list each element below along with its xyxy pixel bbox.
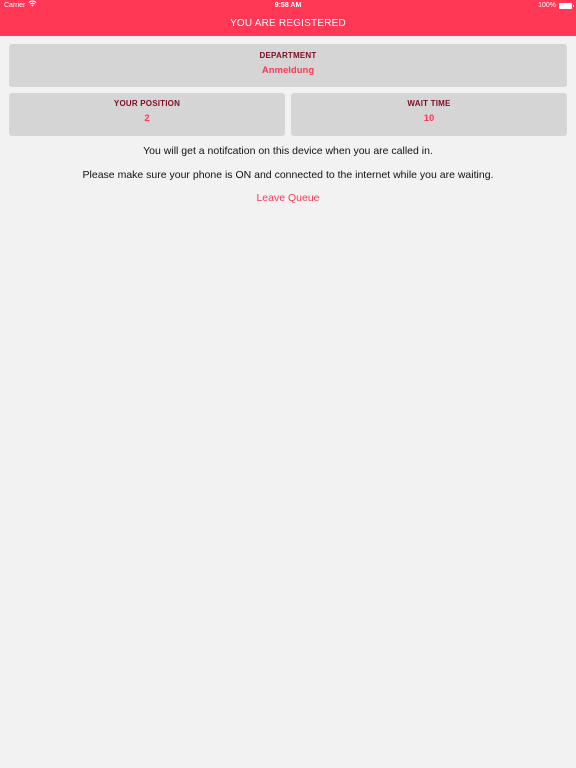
department-label: DEPARTMENT xyxy=(259,51,317,60)
department-value: Anmeldung xyxy=(261,65,315,76)
notification-message: You will get a notifcation on this devic… xyxy=(143,145,433,157)
wait-time-label: WAIT TIME xyxy=(407,99,451,108)
battery-fill xyxy=(560,4,571,8)
position-card: YOUR POSITION 2 xyxy=(9,93,285,136)
status-time: 9:58 AM xyxy=(274,2,302,9)
leave-queue-button[interactable]: Leave Queue xyxy=(0,192,576,204)
department-card: DEPARTMENT Anmeldung xyxy=(9,44,567,87)
battery-group: 100% xyxy=(538,0,574,12)
connection-message: Please make sure your phone is ON and co… xyxy=(82,169,494,181)
status-bar: Carrier 9:58 AM 100% xyxy=(0,0,576,12)
position-label: YOUR POSITION xyxy=(113,99,181,108)
position-value: 2 xyxy=(144,113,150,124)
page-title: YOU ARE REGISTERED xyxy=(230,18,346,29)
battery-percent: 100% xyxy=(538,2,556,9)
wait-time-value: 10 xyxy=(423,113,435,124)
app-header: Carrier 9:58 AM 100% YOU ARE REGISTERED xyxy=(0,0,576,36)
battery-icon xyxy=(559,3,574,9)
wait-time-card: WAIT TIME 10 xyxy=(291,93,567,136)
